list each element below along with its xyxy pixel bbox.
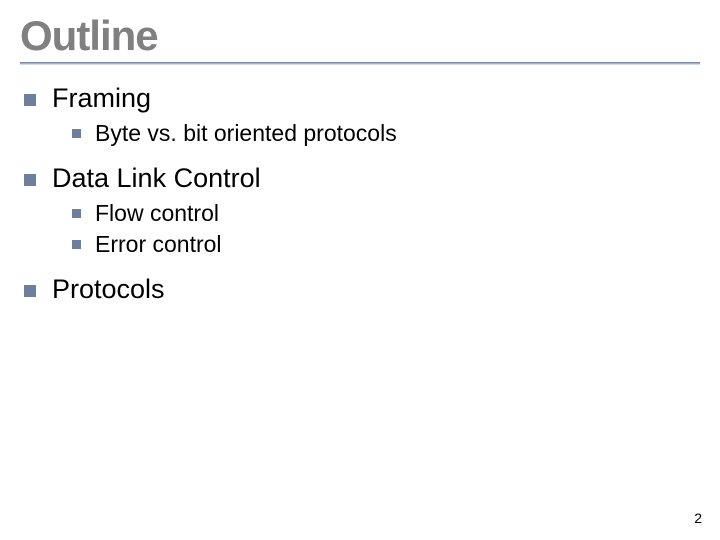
square-bullet-icon — [72, 209, 81, 218]
list-item-label: Byte vs. bit oriented protocols — [95, 120, 397, 147]
outline-content: Framing Byte vs. bit oriented protocols … — [20, 83, 700, 305]
list-item: Flow control — [72, 200, 700, 227]
square-bullet-icon — [72, 129, 81, 138]
page-number: 2 — [694, 510, 702, 526]
list-item: Error control — [72, 231, 700, 258]
list-item: Protocols — [24, 274, 700, 305]
list-item-label: Framing — [52, 83, 151, 114]
sublist: Byte vs. bit oriented protocols — [24, 120, 700, 147]
list-item: Data Link Control — [24, 163, 700, 194]
square-bullet-icon — [24, 174, 36, 186]
square-bullet-icon — [24, 94, 36, 106]
list-item-label: Flow control — [95, 200, 219, 227]
list-item-label: Error control — [95, 231, 222, 258]
list-item-label: Protocols — [52, 274, 165, 305]
sublist: Flow control Error control — [24, 200, 700, 258]
slide-title: Outline — [20, 12, 700, 60]
list-item: Byte vs. bit oriented protocols — [72, 120, 700, 147]
square-bullet-icon — [72, 240, 81, 249]
list-item-label: Data Link Control — [52, 163, 261, 194]
list-item: Framing — [24, 83, 700, 114]
slide: Outline Framing Byte vs. bit oriented pr… — [0, 0, 720, 540]
title-underline — [20, 62, 700, 65]
square-bullet-icon — [24, 285, 36, 297]
